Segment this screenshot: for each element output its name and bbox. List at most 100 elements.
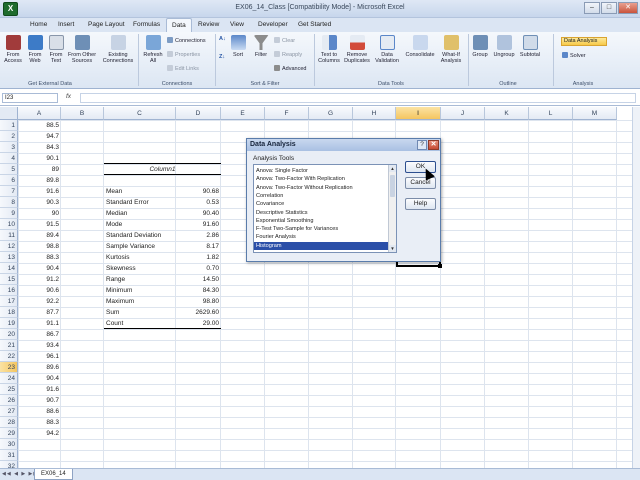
stats-value-cell[interactable]: 14.50 bbox=[176, 274, 221, 285]
existing-connections-button[interactable]: Existing Connections bbox=[101, 35, 135, 64]
cell-a-value[interactable]: 94.7 bbox=[18, 131, 61, 142]
group-button[interactable]: Group bbox=[470, 35, 490, 58]
row-header[interactable]: 5 bbox=[0, 164, 18, 175]
stats-label-cell[interactable]: Mode bbox=[106, 219, 176, 230]
cancel-button[interactable]: Cancel bbox=[405, 177, 436, 189]
dialog-close-button[interactable]: ✕ bbox=[428, 140, 439, 150]
row-header[interactable]: 26 bbox=[0, 395, 18, 406]
from-other-sources-button[interactable]: From Other Sources bbox=[66, 35, 98, 64]
cell-a-value[interactable]: 91.6 bbox=[18, 186, 61, 197]
analysis-tool-item[interactable]: Anova: Two-Factor With Replication bbox=[256, 175, 388, 183]
properties-button[interactable]: Properties bbox=[167, 51, 200, 58]
row-header[interactable]: 16 bbox=[0, 285, 18, 296]
column-header[interactable]: M bbox=[573, 107, 617, 120]
row-header[interactable]: 27 bbox=[0, 406, 18, 417]
analysis-tools-list[interactable]: Anova: Single Factor Anova: Two-Factor Wi… bbox=[253, 164, 397, 253]
cell-a-value[interactable]: 93.4 bbox=[18, 340, 61, 351]
stats-label-cell[interactable]: Maximum bbox=[106, 296, 176, 307]
column-header[interactable]: C bbox=[104, 107, 176, 120]
analysis-tool-item[interactable]: Histogram bbox=[254, 241, 388, 250]
stats-value-cell[interactable]: 91.60 bbox=[176, 219, 221, 230]
cell-a-value[interactable]: 90.1 bbox=[18, 153, 61, 164]
row-header[interactable]: 10 bbox=[0, 219, 18, 230]
tab-data[interactable]: Data bbox=[166, 18, 192, 32]
sheet-nav-buttons[interactable]: ◀◀ ◀ ▶ ▶▶ bbox=[2, 471, 38, 477]
stats-label-cell[interactable]: Standard Deviation bbox=[106, 230, 176, 241]
column-header[interactable]: J bbox=[441, 107, 485, 120]
row-header[interactable]: 23 bbox=[0, 362, 18, 373]
tab-home[interactable]: Home bbox=[30, 21, 47, 28]
refresh-all-button[interactable]: Refresh All bbox=[141, 35, 165, 64]
tab-developer[interactable]: Developer bbox=[258, 21, 288, 28]
stats-value-cell[interactable]: 2629.60 bbox=[176, 307, 221, 318]
row-header[interactable]: 32 bbox=[0, 461, 18, 468]
row-header[interactable]: 29 bbox=[0, 428, 18, 439]
tab-view[interactable]: View bbox=[230, 21, 244, 28]
cell-a-value[interactable]: 89.6 bbox=[18, 362, 61, 373]
cell-a-value[interactable]: 96.1 bbox=[18, 351, 61, 362]
cell-a-value[interactable]: 90.3 bbox=[18, 197, 61, 208]
cell-a-value[interactable]: 91.6 bbox=[18, 384, 61, 395]
cell-a-value[interactable]: 91.1 bbox=[18, 318, 61, 329]
text-to-columns-button[interactable]: Text to Columns bbox=[316, 35, 342, 64]
cell-a-value[interactable]: 94.2 bbox=[18, 428, 61, 439]
name-box[interactable]: I23 bbox=[2, 93, 58, 103]
maximize-button[interactable]: □ bbox=[601, 2, 617, 14]
row-header[interactable]: 19 bbox=[0, 318, 18, 329]
cell-a-value[interactable]: 88.5 bbox=[18, 120, 61, 131]
scroll-down-arrow-icon[interactable]: ▼ bbox=[389, 245, 396, 252]
cell-a-value[interactable]: 89.4 bbox=[18, 230, 61, 241]
vertical-scrollbar[interactable] bbox=[632, 107, 640, 468]
stats-label-cell[interactable]: Kurtosis bbox=[106, 252, 176, 263]
analysis-tool-item[interactable]: F-Test Two-Sample for Variances bbox=[256, 225, 388, 233]
column-header[interactable]: L bbox=[529, 107, 573, 120]
row-header[interactable]: 18 bbox=[0, 307, 18, 318]
stats-value-cell[interactable]: 98.80 bbox=[176, 296, 221, 307]
row-header[interactable]: 1 bbox=[0, 120, 18, 131]
row-header[interactable]: 6 bbox=[0, 175, 18, 186]
cell-a-value[interactable]: 84.3 bbox=[18, 142, 61, 153]
subtotal-button[interactable]: Subtotal bbox=[518, 35, 542, 58]
row-header[interactable]: 20 bbox=[0, 329, 18, 340]
stats-label-cell[interactable]: Sum bbox=[106, 307, 176, 318]
cell-a-value[interactable]: 90.6 bbox=[18, 285, 61, 296]
column-header[interactable]: E bbox=[221, 107, 265, 120]
minimize-button[interactable]: – bbox=[584, 2, 600, 14]
row-header[interactable]: 24 bbox=[0, 373, 18, 384]
tab-get-started[interactable]: Get Started bbox=[298, 21, 331, 28]
analysis-tool-item[interactable]: Correlation bbox=[256, 192, 388, 200]
cell-a-value[interactable]: 91.5 bbox=[18, 219, 61, 230]
scroll-thumb[interactable] bbox=[390, 175, 395, 197]
row-header[interactable]: 4 bbox=[0, 153, 18, 164]
stats-label-cell[interactable]: Median bbox=[106, 208, 176, 219]
advanced-button[interactable]: Advanced bbox=[274, 65, 306, 72]
cell-a-value[interactable]: 91.2 bbox=[18, 274, 61, 285]
from-web-button[interactable]: From Web bbox=[24, 35, 46, 64]
row-header[interactable]: 3 bbox=[0, 142, 18, 153]
cell-a-value[interactable]: 90.4 bbox=[18, 373, 61, 384]
stats-label-cell[interactable]: Sample Variance bbox=[106, 241, 176, 252]
row-header[interactable]: 13 bbox=[0, 252, 18, 263]
analysis-tool-item[interactable]: Anova: Two-Factor Without Replication bbox=[256, 184, 388, 192]
analysis-tool-item[interactable]: Descriptive Statistics bbox=[256, 209, 388, 217]
fx-icon[interactable]: fx bbox=[66, 93, 71, 100]
row-header[interactable]: 12 bbox=[0, 241, 18, 252]
cell-a-value[interactable]: 89 bbox=[18, 164, 61, 175]
cell-a-value[interactable]: 90.4 bbox=[18, 263, 61, 274]
analysis-tool-item[interactable]: Anova: Single Factor bbox=[256, 167, 388, 175]
list-scrollbar[interactable]: ▲ ▼ bbox=[388, 165, 396, 252]
cell-a-value[interactable]: 90 bbox=[18, 208, 61, 219]
connections-button[interactable]: Connections bbox=[167, 37, 206, 44]
sort-button[interactable]: Sort bbox=[229, 35, 247, 58]
ungroup-button[interactable]: Ungroup bbox=[491, 35, 517, 58]
scroll-up-arrow-icon[interactable]: ▲ bbox=[389, 165, 396, 172]
row-header[interactable]: 25 bbox=[0, 384, 18, 395]
select-all-corner[interactable] bbox=[0, 107, 18, 120]
help-button[interactable]: Help bbox=[405, 198, 436, 210]
row-header[interactable]: 8 bbox=[0, 197, 18, 208]
stats-value-cell[interactable]: 0.53 bbox=[176, 197, 221, 208]
row-header[interactable]: 9 bbox=[0, 208, 18, 219]
help-question-icon[interactable]: ? bbox=[417, 140, 427, 150]
row-header[interactable]: 7 bbox=[0, 186, 18, 197]
row-header[interactable]: 30 bbox=[0, 439, 18, 450]
